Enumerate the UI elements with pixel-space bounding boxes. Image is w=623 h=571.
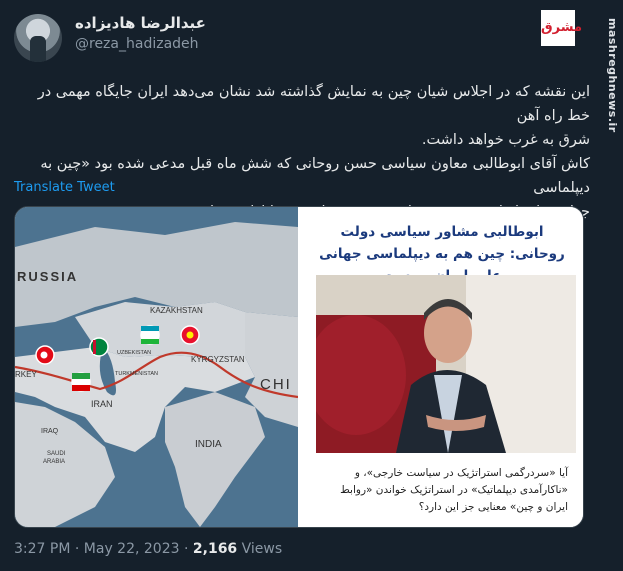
site-watermark: mashreghnews.ir: [606, 18, 619, 133]
map-label-turkmenistan: TURKMENISTAN: [115, 371, 158, 377]
views-label: Views: [241, 541, 283, 557]
map-label-kazakhstan: KAZAKHSTAN: [150, 306, 203, 315]
flag-pin-turkey-icon: [35, 345, 55, 365]
map-label-saudi: SAUDI: [47, 451, 66, 457]
map-label-india: INDIA: [195, 439, 222, 450]
tweet-date[interactable]: May 22, 2023: [84, 541, 180, 557]
tweet-line: این نقشه که در اجلاس شیان چین به نمایش گ…: [37, 84, 590, 124]
person-photo-graphic: [316, 275, 576, 453]
flag-pin-uzbekistan-icon: [140, 325, 160, 345]
flag-pin-turkmenistan-icon: [89, 337, 109, 357]
flag-pin-kyrgyzstan-icon: [180, 325, 200, 345]
footer-separator: ·: [74, 541, 80, 557]
news-caption: آیا «سردرگمی استراتژیک در سیاست خارجی»، …: [340, 467, 568, 513]
map-label-iran: IRAN: [91, 399, 113, 409]
news-card-image[interactable]: ابوطالبی مشاور سیاسی دولت روحانی: چین هم…: [302, 207, 583, 527]
views-count: 2,166: [192, 541, 238, 557]
map-label-uzbekistan: UZBEKISTAN: [117, 350, 151, 356]
map-label-kyrgyzstan: KYRGYZSTAN: [191, 355, 245, 364]
map-label-iraq: IRAQ: [41, 428, 59, 435]
mashregh-logo: مشرق: [541, 10, 582, 46]
author-display-name[interactable]: عبدالرضا هادیزاده: [75, 14, 206, 32]
author-handle[interactable]: @reza_hadizadeh: [75, 36, 206, 52]
author-avatar[interactable]: [14, 14, 62, 62]
map-label-turkey: RKEY: [15, 370, 37, 379]
footer-separator: ·: [183, 541, 189, 557]
flag-pin-iran-icon: [71, 372, 91, 392]
tweet-line: شرق به غرب خواهد داشت.: [421, 132, 590, 148]
news-photo: [316, 275, 576, 453]
author-info: عبدالرضا هادیزاده @reza_hadizadeh: [75, 14, 206, 52]
tweet-footer: 3:27 PM · May 22, 2023 · 2,166 Views: [14, 541, 282, 557]
tweet-text: این نقشه که در اجلاس شیان چین به نمایش گ…: [22, 80, 590, 224]
avatar-figure: [30, 36, 46, 62]
map-label-china: CHI: [260, 376, 292, 393]
map-label-saudi-2: ARABIA: [43, 459, 65, 465]
railway-map-image[interactable]: RUSSIA KAZAKHSTAN UZBEKISTAN TURKMENISTA…: [15, 207, 299, 527]
map-label-russia: RUSSIA: [17, 269, 78, 284]
tweet-media[interactable]: RUSSIA KAZAKHSTAN UZBEKISTAN TURKMENISTA…: [14, 206, 584, 528]
tweet-time[interactable]: 3:27 PM: [14, 541, 70, 557]
translate-tweet-link[interactable]: Translate Tweet: [14, 180, 115, 195]
map-graphic: RUSSIA KAZAKHSTAN UZBEKISTAN TURKMENISTA…: [15, 207, 299, 527]
